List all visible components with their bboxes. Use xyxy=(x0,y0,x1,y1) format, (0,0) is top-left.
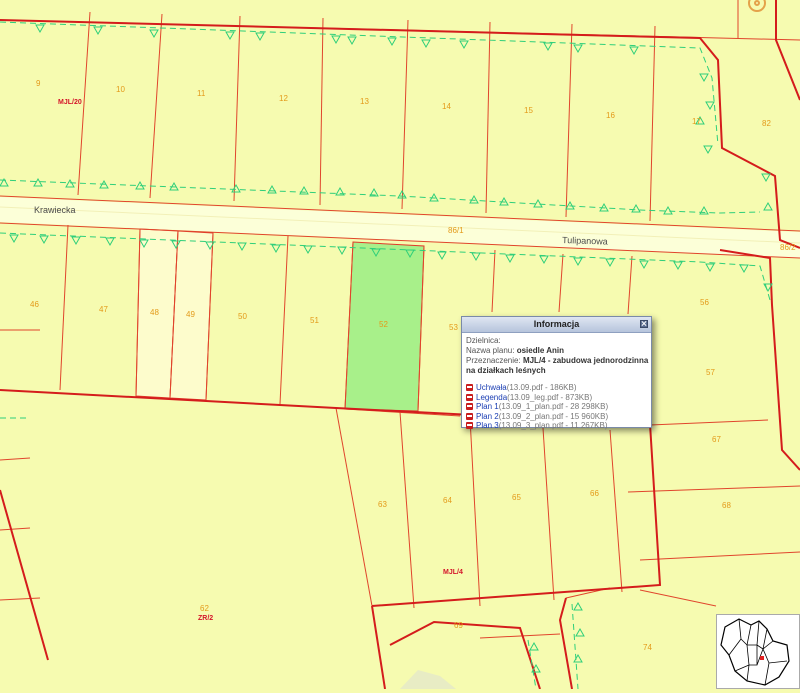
plot-number: 67 xyxy=(712,435,721,444)
document-meta: (13.09_leg.pdf - 873KB) xyxy=(507,392,593,402)
plot-number: 63 xyxy=(378,500,387,509)
zone-label: MJL/4 xyxy=(443,569,463,576)
district-row: Dzielnica: xyxy=(466,336,647,346)
purpose-row: Przeznaczenie: MJL/4 - zabudowa jednorod… xyxy=(466,356,649,366)
plot-number: 49 xyxy=(186,310,195,319)
plan-value: osiedle Anin xyxy=(516,346,564,355)
document-link[interactable]: Plan 1 xyxy=(476,402,499,411)
plot-number: 47 xyxy=(99,305,108,314)
document-item: Plan 2(13.09_2_plan.pdf - 15 960KB) xyxy=(466,412,647,422)
purpose-value-cont: na działkach leśnych xyxy=(466,366,546,375)
popup-title: Informacja xyxy=(533,319,580,329)
plot-number: 17 xyxy=(692,117,701,126)
plot-number-selected: 52 xyxy=(379,320,388,329)
plan-row: Nazwa planu: osiedle Anin xyxy=(466,346,647,356)
document-link[interactable]: Plan 3 xyxy=(476,421,499,430)
purpose-label: Przeznaczenie: xyxy=(466,356,521,365)
district-label: Dzielnica: xyxy=(466,336,501,345)
plot-number: 16 xyxy=(606,111,615,120)
close-icon[interactable] xyxy=(640,320,648,328)
documents-list: Uchwała(13.09.pdf - 186KB) Legenda(13.09… xyxy=(466,383,647,431)
overview-map-graphic xyxy=(720,618,790,686)
street-label-tulipanowa: Tulipanowa xyxy=(562,235,608,247)
plot-number: 46 xyxy=(30,300,39,309)
document-meta: (13.09.pdf - 186KB) xyxy=(506,383,577,392)
plot-number: 68 xyxy=(722,501,731,510)
purpose-row-cont: na działkach leśnych xyxy=(466,366,647,376)
plot-number: 56 xyxy=(700,298,709,307)
plot-number: 50 xyxy=(238,312,247,321)
document-item: Uchwała(13.09.pdf - 186KB) xyxy=(466,383,647,393)
pdf-icon xyxy=(466,384,473,391)
overview-map[interactable] xyxy=(716,614,800,689)
document-link[interactable]: Legenda xyxy=(476,393,507,402)
plot-number: 11 xyxy=(197,89,206,98)
plot-number: 9 xyxy=(36,79,41,88)
plot-number: 86/1 xyxy=(448,226,464,235)
plot-number: 13 xyxy=(360,97,369,106)
plot-number: 82 xyxy=(762,119,771,128)
plot-number: 51 xyxy=(310,316,319,325)
plot-number: 62 xyxy=(200,604,209,613)
document-item: Legenda(13.09_leg.pdf - 873KB) xyxy=(466,393,647,403)
plot-number: 86/2 xyxy=(780,243,796,252)
plot-number: 15 xyxy=(524,106,533,115)
document-link[interactable]: Plan 2 xyxy=(476,412,499,421)
document-item: Plan 1(13.09_1_plan.pdf - 28 298KB) xyxy=(466,402,647,412)
popup-body: Dzielnica: Nazwa planu: osiedle Anin Prz… xyxy=(462,333,651,434)
plot-number: 53 xyxy=(449,323,458,332)
popup-header: Informacja xyxy=(462,317,651,333)
plot-number: 57 xyxy=(706,368,715,377)
plot-number: 74 xyxy=(643,643,652,652)
plot-number: 10 xyxy=(116,85,125,94)
zone-label: MJL/20 xyxy=(58,99,82,106)
plot-number: 12 xyxy=(279,94,288,103)
plot-number: 69 xyxy=(454,621,463,630)
pdf-icon xyxy=(466,403,473,410)
plot-number: 64 xyxy=(443,496,452,505)
document-meta: (13.09_2_plan.pdf - 15 960KB) xyxy=(498,411,609,421)
plot-number: 14 xyxy=(442,102,451,111)
map-canvas[interactable]: Krawiecka Tulipanowa 9 10 11 12 13 14 15… xyxy=(0,0,800,689)
plan-label: Nazwa planu: xyxy=(466,346,515,355)
plot-number: 48 xyxy=(150,308,159,317)
info-popup: Informacja Dzielnica: Nazwa planu: osied… xyxy=(461,316,652,430)
zone-label: ZR/2 xyxy=(198,615,213,622)
plot-number: 65 xyxy=(512,493,521,502)
pdf-icon xyxy=(466,393,473,401)
overview-location-marker xyxy=(760,656,764,660)
document-link[interactable]: Uchwała xyxy=(476,383,507,392)
pdf-icon xyxy=(466,422,473,429)
document-meta: (13.09_3_plan.pdf - 11 267KB) xyxy=(498,421,608,430)
street-label-krawiecka: Krawiecka xyxy=(34,205,76,215)
document-meta: (13.09_1_plan.pdf - 28 298KB) xyxy=(498,402,609,411)
purpose-value: MJL/4 - zabudowa jednorodzinna xyxy=(522,356,649,365)
plot-number: 66 xyxy=(590,489,599,498)
document-item: Plan 3(13.09_3_plan.pdf - 11 267KB) xyxy=(466,421,647,431)
pdf-icon xyxy=(466,412,473,420)
